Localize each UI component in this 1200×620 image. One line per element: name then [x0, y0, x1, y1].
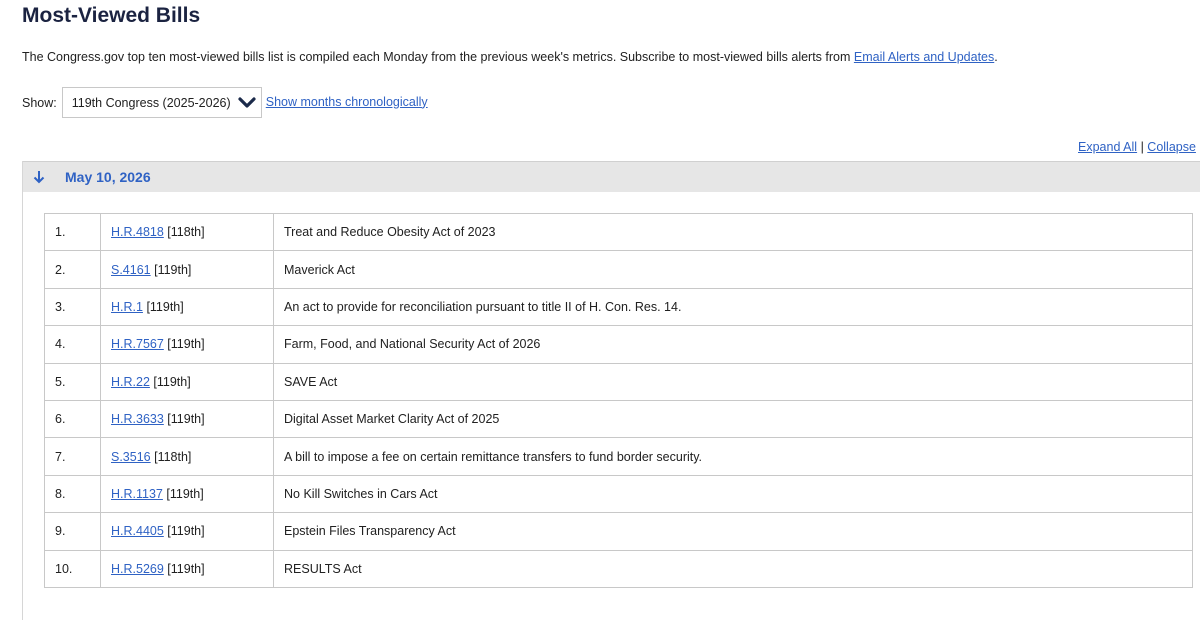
- table-row: 4. H.R.7567 [119th] Farm, Food, and Nation…: [44, 325, 1193, 364]
- expand-collapse-controls: Expand All | Collapse: [1078, 140, 1200, 154]
- congress-tag: [119th]: [167, 561, 205, 576]
- rank-cell: 10.: [44, 549, 101, 588]
- show-months-link[interactable]: Show months chronologically: [266, 95, 428, 109]
- rank-cell: 9.: [44, 512, 101, 551]
- table-row: 6. H.R.3633 [119th] Digital Asset Market C…: [44, 399, 1193, 439]
- separator: |: [1140, 140, 1144, 154]
- table-row: 5. H.R.22 [119th] SAVE Act: [44, 362, 1193, 401]
- congress-tag: [119th]: [167, 337, 205, 352]
- table-row: 10. H.R.5269 [119th] RESULTS Act: [44, 549, 1193, 588]
- congress-tag: [119th]: [146, 299, 184, 314]
- accordion-header[interactable]: May 10, 2026: [23, 161, 1200, 192]
- bill-cell: H.R.7567 [119th]: [100, 325, 274, 364]
- bills-table: 1. H.R.4818 [118th] Treat and Reduce Obesi…: [44, 212, 1193, 588]
- table-row: 9. H.R.4405 [119th] Epstein Files Transpar…: [44, 512, 1193, 551]
- show-label: Show:: [22, 95, 57, 110]
- week-date: May 10, 2026: [65, 169, 151, 185]
- rank-cell: 1.: [44, 212, 101, 252]
- bill-cell: H.R.4818 [118th]: [100, 212, 274, 252]
- bill-title-cell: An act to provide for reconciliation pur…: [273, 287, 1193, 327]
- bill-title-cell: RESULTS Act: [273, 549, 1193, 588]
- chevron-down-icon: [237, 96, 257, 110]
- bill-cell: H.R.3633 [119th]: [100, 399, 274, 439]
- bill-cell: H.R.1137 [119th]: [100, 474, 274, 514]
- bill-link[interactable]: H.R.5269: [111, 562, 164, 576]
- intro-end: .: [994, 50, 998, 64]
- arrow-down-icon: [23, 169, 55, 185]
- rank-cell: 6.: [44, 399, 101, 439]
- bill-link[interactable]: S.3516: [111, 450, 151, 464]
- congress-tag: [119th]: [167, 524, 205, 539]
- intro-text: The Congress.gov top ten most-viewed bil…: [22, 50, 854, 64]
- bill-cell: S.4161 [119th]: [100, 250, 274, 289]
- bill-link[interactable]: H.R.4405: [111, 524, 164, 538]
- table-row: 7. S.3516 [118th] A bill to impose a fee o…: [44, 437, 1193, 476]
- bill-title-cell: Maverick Act: [273, 250, 1193, 289]
- expand-all-link[interactable]: Expand All: [1078, 140, 1137, 154]
- bill-title-cell: No Kill Switches in Cars Act: [273, 474, 1193, 514]
- congress-select-value: 119th Congress (2025-2026): [71, 95, 231, 110]
- bill-link[interactable]: H.R.4818: [111, 225, 164, 239]
- congress-tag: [119th]: [153, 374, 191, 389]
- table-row: 1. H.R.4818 [118th] Treat and Reduce Obesi…: [44, 212, 1193, 252]
- table-row: 3. H.R.1 [119th] An act to provide for rec…: [44, 287, 1193, 327]
- congress-tag: [118th]: [167, 225, 205, 240]
- rank-cell: 8.: [44, 474, 101, 514]
- bill-link[interactable]: H.R.7567: [111, 337, 164, 351]
- bill-link[interactable]: S.4161: [111, 263, 151, 277]
- table-row: 8. H.R.1137 [119th] No Kill Switches in Ca…: [44, 474, 1193, 514]
- congress-tag: [118th]: [154, 449, 192, 464]
- bill-cell: H.R.1 [119th]: [100, 287, 274, 327]
- table-row: 2. S.4161 [119th] Maverick Act: [44, 250, 1193, 289]
- bills-table-body: 1. H.R.4818 [118th] Treat and Reduce Obesi…: [44, 212, 1193, 588]
- congress-tag: [119th]: [167, 412, 205, 427]
- page-title: Most-Viewed Bills: [22, 4, 201, 27]
- show-filter-row: Show: 119th Congress (2025-2026) Show mo…: [22, 86, 428, 119]
- bill-title-cell: Treat and Reduce Obesity Act of 2023: [273, 212, 1193, 252]
- bill-link[interactable]: H.R.1137: [111, 487, 163, 501]
- bill-link[interactable]: H.R.22: [111, 375, 150, 389]
- bill-title-cell: Farm, Food, and National Security Act of…: [273, 325, 1193, 364]
- congress-select[interactable]: 119th Congress (2025-2026): [61, 87, 262, 118]
- bill-title-cell: A bill to impose a fee on certain remitt…: [273, 437, 1193, 476]
- bill-link[interactable]: H.R.3633: [111, 412, 164, 426]
- rank-cell: 7.: [44, 437, 101, 476]
- intro-paragraph: The Congress.gov top ten most-viewed bil…: [22, 50, 998, 64]
- rank-cell: 2.: [44, 250, 101, 289]
- week-accordion: May 10, 2026 1. H.R.4818 [118th] Treat and…: [22, 161, 1200, 620]
- congress-tag: [119th]: [154, 262, 192, 277]
- email-alerts-link[interactable]: Email Alerts and Updates: [854, 50, 994, 64]
- bill-cell: S.3516 [118th]: [100, 437, 274, 476]
- rank-cell: 4.: [44, 325, 101, 364]
- bill-title-cell: Digital Asset Market Clarity Act of 2025: [273, 399, 1193, 439]
- collapse-all-link[interactable]: Collapse: [1147, 140, 1196, 154]
- bill-link[interactable]: H.R.1: [111, 300, 143, 314]
- page: Most-Viewed Bills The Congress.gov top t…: [0, 0, 1200, 620]
- rank-cell: 3.: [44, 287, 101, 327]
- bill-title-cell: Epstein Files Transparency Act: [273, 512, 1193, 551]
- rank-cell: 5.: [44, 362, 101, 401]
- bill-cell: H.R.5269 [119th]: [100, 549, 274, 588]
- bill-cell: H.R.4405 [119th]: [100, 512, 274, 551]
- bill-cell: H.R.22 [119th]: [100, 362, 274, 401]
- congress-tag: [119th]: [166, 486, 204, 501]
- bill-title-cell: SAVE Act: [273, 362, 1193, 401]
